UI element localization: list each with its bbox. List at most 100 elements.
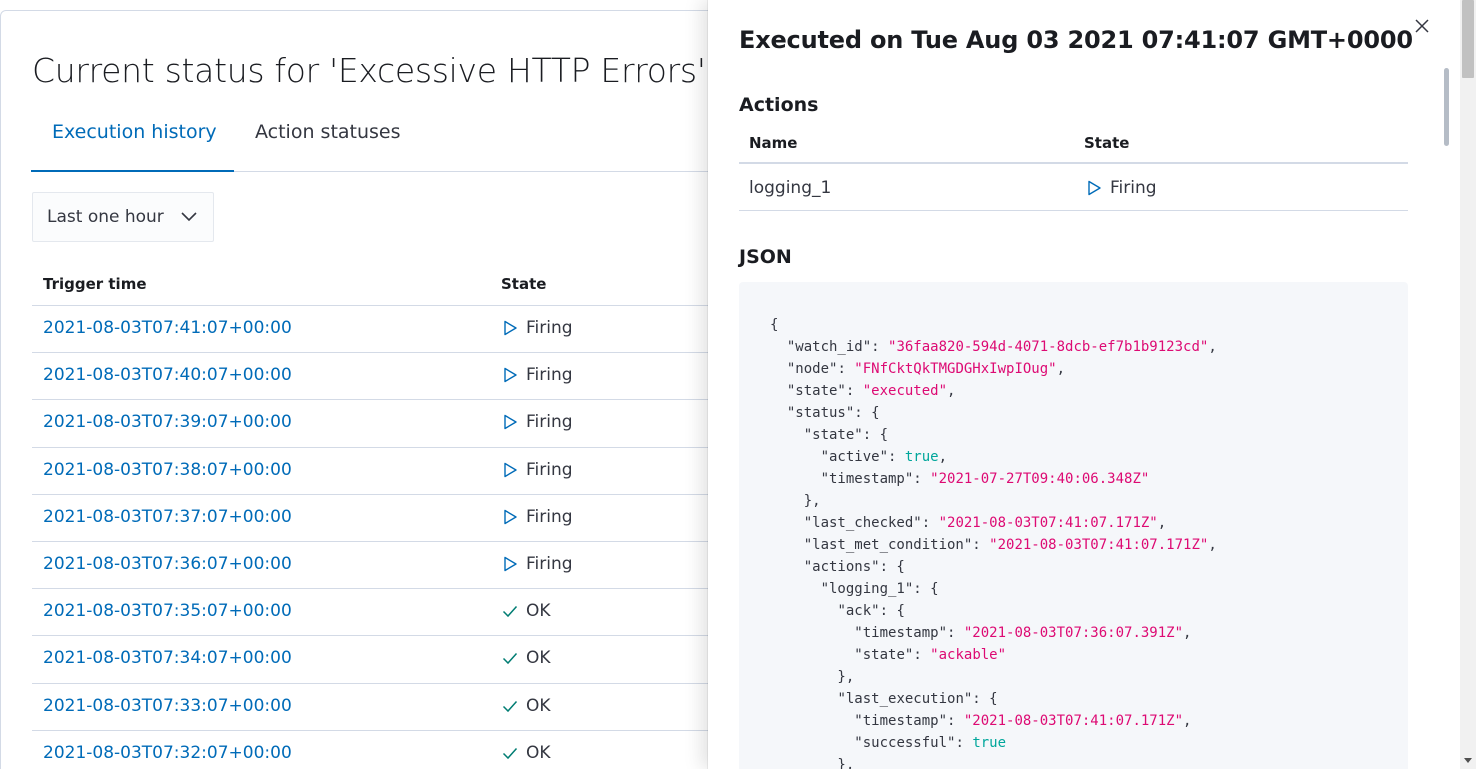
trigger-time-link[interactable]: 2021-08-03T07:41:07+00:00 [43, 318, 292, 338]
json-token: "ackable" [930, 647, 1007, 663]
row-state: Firing [502, 507, 573, 527]
json-token: "2021-08-03T07:41:07.171Z" [989, 537, 1209, 553]
column-state[interactable]: State [1084, 134, 1129, 152]
json-token: , [1183, 625, 1192, 641]
execution-history-table: Trigger time State 2021-08-03T07:41:07+0… [32, 259, 739, 769]
json-token: "last_met_condition" [803, 537, 973, 553]
json-token: }, [770, 493, 821, 509]
window-scrollbar-thumb[interactable] [1462, 0, 1474, 78]
json-token: "timestamp" [854, 713, 948, 729]
json-token: , [1157, 515, 1167, 531]
row-state: Firing [502, 554, 573, 574]
row-state: Firing [502, 318, 573, 338]
chevron-down-icon [181, 212, 197, 222]
json-token: : [913, 471, 931, 487]
table-row: logging_1 Firing [739, 164, 1408, 211]
json-token: "node" [786, 361, 838, 377]
column-name[interactable]: Name [749, 134, 797, 152]
trigger-time-link[interactable]: 2021-08-03T07:37:07+00:00 [43, 507, 292, 527]
json-token: : { [879, 603, 905, 619]
watch-status-panel: Current status for 'Excessive HTTP Error… [0, 10, 740, 769]
flyout-title: Executed on Tue Aug 03 2021 07:41:07 GMT… [739, 26, 1413, 54]
trigger-time-link[interactable]: 2021-08-03T07:38:07+00:00 [43, 460, 292, 480]
execution-details-flyout: Executed on Tue Aug 03 2021 07:41:07 GMT… [708, 0, 1460, 769]
table-row: 2021-08-03T07:39:07+00:00 Firing [32, 400, 739, 448]
table-row: 2021-08-03T07:38:07+00:00 Firing [32, 448, 739, 495]
json-token: : [913, 647, 931, 663]
close-icon[interactable] [1412, 16, 1432, 36]
actions-section-title: Actions [739, 94, 819, 116]
status-tabs: Execution history Action statuses [31, 115, 739, 172]
trigger-time-link[interactable]: 2021-08-03T07:36:07+00:00 [43, 554, 292, 574]
trigger-time-link[interactable]: 2021-08-03T07:34:07+00:00 [43, 648, 292, 668]
row-state-label: Firing [526, 506, 573, 527]
check-icon [502, 606, 518, 618]
table-row: 2021-08-03T07:34:07+00:00 OK [32, 636, 739, 684]
scroll-down-arrow-icon[interactable] [1464, 758, 1472, 763]
row-state-label: OK [526, 601, 551, 622]
json-token: }, [770, 669, 855, 685]
play-icon [504, 556, 517, 572]
json-token: : { [972, 691, 998, 707]
play-icon [504, 320, 517, 336]
time-range-select[interactable]: Last one hour [32, 192, 214, 242]
json-token: , [1056, 361, 1066, 377]
action-state-label: Firing [1110, 178, 1157, 198]
table-row: 2021-08-03T07:41:07+00:00 Firing [32, 306, 739, 354]
play-icon [504, 509, 517, 524]
json-token: : [955, 735, 973, 751]
json-token: "watch_id" [786, 339, 872, 355]
json-token: "FNfCktQkTMGDGHxIwpIOug" [854, 361, 1057, 377]
json-token: "36faa820-594d-4071-8dcb-ef7b1b9123cd" [888, 339, 1209, 355]
play-icon [504, 367, 517, 383]
time-range-value: Last one hour [47, 207, 164, 227]
json-token: , [1183, 713, 1192, 729]
row-state-label: Firing [526, 412, 573, 433]
flyout-scrollbar[interactable] [1444, 68, 1449, 146]
json-token: "2021-08-03T07:41:07.171Z" [938, 515, 1158, 531]
json-token: true [972, 735, 1007, 751]
json-content: { "watch_id": "36faa820-594d-4071-8dcb-e… [770, 314, 1217, 769]
row-state-label: Firing [526, 459, 573, 480]
table-row: 2021-08-03T07:40:07+00:00 Firing [32, 353, 739, 401]
row-state-label: Firing [526, 318, 573, 338]
json-token: "last_execution" [837, 691, 973, 707]
tab-execution-history[interactable]: Execution history [31, 115, 234, 172]
trigger-time-link[interactable]: 2021-08-03T07:32:07+00:00 [43, 743, 292, 763]
column-state[interactable]: State [501, 275, 546, 293]
json-token: "executed" [862, 383, 948, 399]
json-token: "2021-07-27T09:40:06.348Z" [930, 471, 1150, 487]
trigger-time-link[interactable]: 2021-08-03T07:35:07+00:00 [43, 601, 292, 621]
json-token: "actions" [803, 559, 880, 575]
trigger-time-link[interactable]: 2021-08-03T07:33:07+00:00 [43, 696, 292, 716]
page-title: Current status for 'Excessive HTTP Error… [32, 51, 706, 90]
check-icon [502, 700, 518, 712]
json-token: "logging_1" [820, 581, 914, 597]
json-token: "successful" [854, 735, 956, 751]
json-token: : { [862, 427, 889, 443]
play-icon [1088, 180, 1101, 196]
json-token: : { [913, 581, 939, 597]
json-code-block: { "watch_id": "36faa820-594d-4071-8dcb-e… [739, 282, 1408, 769]
row-state-label: OK [526, 742, 551, 763]
json-token: "state" [786, 383, 846, 399]
window-scrollbar[interactable] [1460, 0, 1476, 769]
json-token: , [947, 383, 956, 399]
json-section-title: JSON [739, 246, 792, 268]
json-token: "timestamp" [854, 625, 948, 641]
row-state: Firing [502, 365, 573, 385]
play-icon [504, 415, 517, 430]
trigger-time-link[interactable]: 2021-08-03T07:39:07+00:00 [43, 412, 292, 432]
trigger-time-link[interactable]: 2021-08-03T07:40:07+00:00 [43, 365, 292, 385]
tab-action-statuses[interactable]: Action statuses [255, 115, 401, 171]
row-state: OK [502, 696, 551, 716]
column-trigger-time[interactable]: Trigger time [43, 275, 147, 293]
json-token: : { [879, 559, 905, 575]
